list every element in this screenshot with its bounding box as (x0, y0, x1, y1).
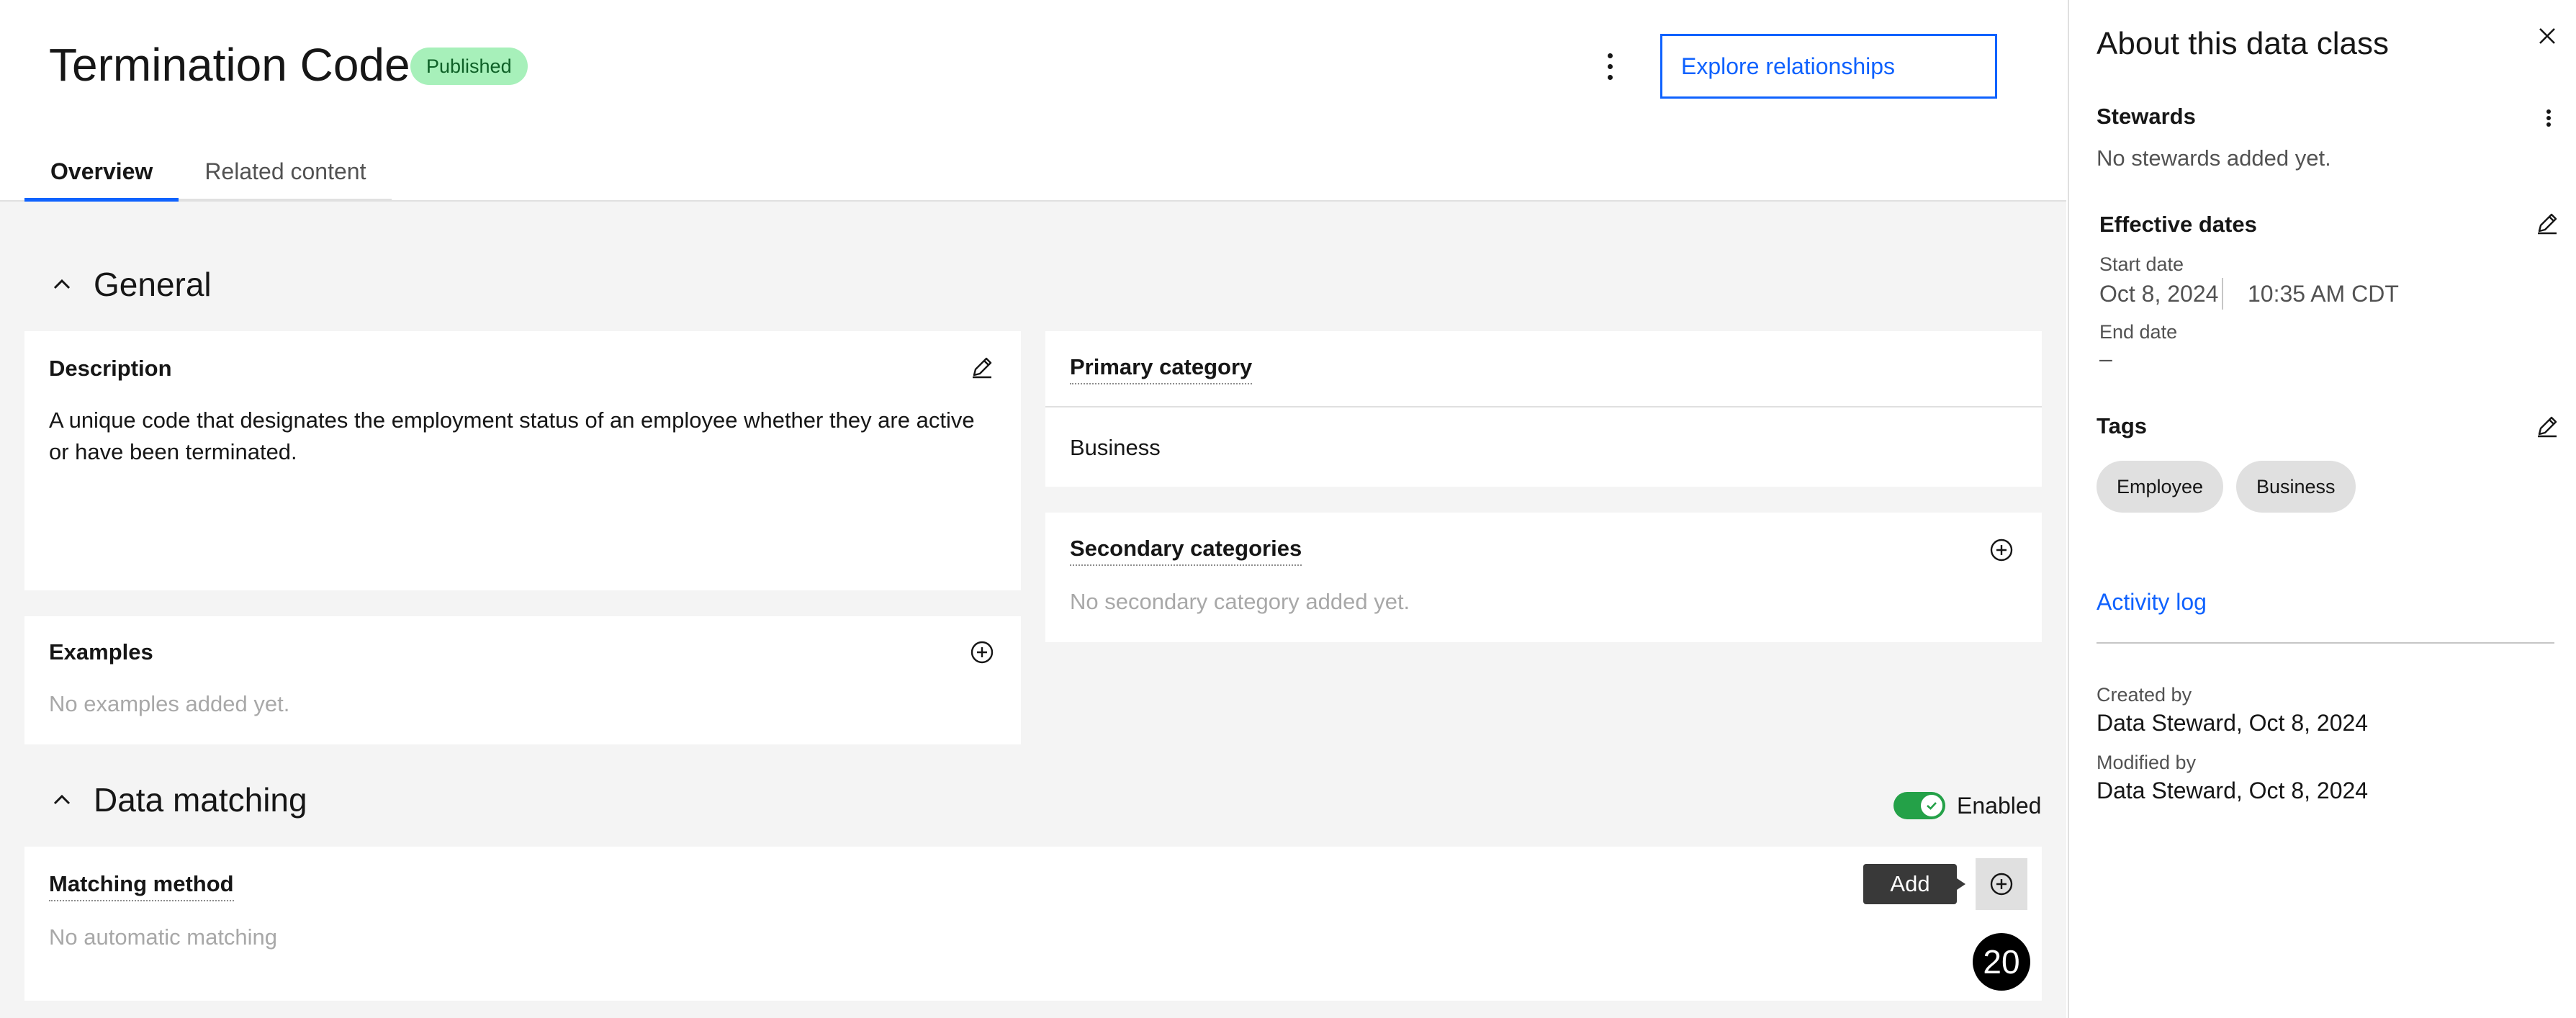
pencil-icon (2535, 211, 2559, 235)
end-date-label: End date (2099, 321, 2178, 343)
secondary-categories-card: Secondary categories No secondary catego… (1045, 513, 2042, 642)
section-general-title: General (94, 266, 212, 303)
add-circle-icon (1989, 538, 2014, 562)
chevron-up-icon[interactable] (49, 787, 75, 813)
step-badge: 20 (1973, 933, 2030, 991)
examples-title: Examples (49, 639, 153, 665)
description-text: A unique code that designates the employ… (49, 407, 975, 464)
matching-method-card: Matching method No automatic matching (24, 847, 2042, 1001)
primary-category-card: Primary category Business (1045, 331, 2042, 487)
stewards-title: Stewards (2097, 104, 2196, 129)
add-matching-method-button[interactable] (1976, 858, 2027, 910)
date-time-separator (2222, 278, 2223, 310)
data-matching-toggle[interactable] (1893, 792, 1945, 819)
add-circle-icon (970, 640, 994, 665)
page-header: Termination Code Published Explore relat… (0, 0, 2066, 202)
modified-by-value: Data Steward, Oct 8, 2024 (2097, 778, 2369, 803)
chevron-up-icon[interactable] (49, 271, 75, 297)
modified-by-label: Modified by (2097, 752, 2197, 773)
page-title: Termination Code (49, 39, 410, 91)
tab-related-content[interactable]: Related content (179, 144, 392, 202)
overflow-menu-icon (2545, 107, 2552, 129)
tag-employee[interactable]: Employee (2097, 461, 2224, 513)
edit-effective-dates-button[interactable] (2530, 206, 2564, 240)
secondary-categories-title[interactable]: Secondary categories (1070, 536, 1302, 566)
side-panel-title: About this data class (2097, 26, 2390, 61)
status-badge: Published (410, 48, 528, 85)
start-date-value: Oct 8, 2024 (2099, 281, 2219, 307)
side-divider (2097, 642, 2554, 644)
add-secondary-category-button[interactable] (1984, 533, 2019, 567)
effective-dates-title: Effective dates (2099, 212, 2257, 237)
add-tooltip: Add (1863, 864, 1965, 904)
created-by-value: Data Steward, Oct 8, 2024 (2097, 710, 2369, 736)
card-divider (1045, 406, 2042, 407)
description-card: Description A unique code that designate… (24, 331, 1021, 590)
edit-description-button[interactable] (965, 350, 999, 384)
section-data-matching-header[interactable]: Data matching (49, 780, 307, 819)
tags-title: Tags (2097, 413, 2148, 438)
add-example-button[interactable] (965, 635, 999, 670)
start-time-value: 10:35 AM CDT (2248, 281, 2399, 307)
main-content: Termination Code Published Explore relat… (0, 0, 2066, 1018)
stewards-overflow-menu[interactable] (2531, 101, 2566, 135)
description-title: Description (49, 356, 172, 381)
tab-overview[interactable]: Overview (24, 144, 179, 202)
close-icon (2536, 25, 2558, 47)
section-data-matching-title: Data matching (94, 781, 307, 819)
matching-method-title[interactable]: Matching method (49, 871, 234, 901)
edit-tags-button[interactable] (2530, 409, 2564, 443)
examples-empty-text: No examples added yet. (49, 691, 290, 716)
matching-method-value: No automatic matching (49, 924, 278, 950)
checkmark-icon (1921, 795, 1942, 816)
examples-card: Examples No examples added yet. (24, 616, 1021, 744)
add-circle-icon (1989, 872, 2014, 896)
primary-category-value: Business (1070, 435, 1161, 460)
primary-category-title[interactable]: Primary category (1070, 354, 1253, 384)
start-date-label: Start date (2099, 253, 2184, 275)
explore-relationships-button[interactable]: Explore relationships (1660, 34, 1997, 99)
section-general-header[interactable]: General (49, 265, 212, 304)
created-by-label: Created by (2097, 684, 2192, 706)
app-root: Termination Code Published Explore relat… (0, 0, 2576, 1018)
tab-list: Overview Related content (24, 144, 392, 202)
secondary-categories-empty-text: No secondary category added yet. (1070, 589, 1410, 614)
stewards-empty-text: No stewards added yet. (2097, 145, 2331, 171)
details-side-panel: About this data class Stewards No stewar… (2068, 0, 2576, 1018)
tag-business[interactable]: Business (2236, 461, 2356, 513)
end-date-value: – (2099, 346, 2112, 371)
close-panel-button[interactable] (2530, 19, 2564, 53)
activity-log-link[interactable]: Activity log (2097, 589, 2207, 616)
pencil-icon (2535, 414, 2559, 438)
pencil-icon (970, 355, 994, 379)
toggle-label: Enabled (1957, 793, 2042, 819)
overflow-menu-icon[interactable] (1595, 46, 1624, 86)
